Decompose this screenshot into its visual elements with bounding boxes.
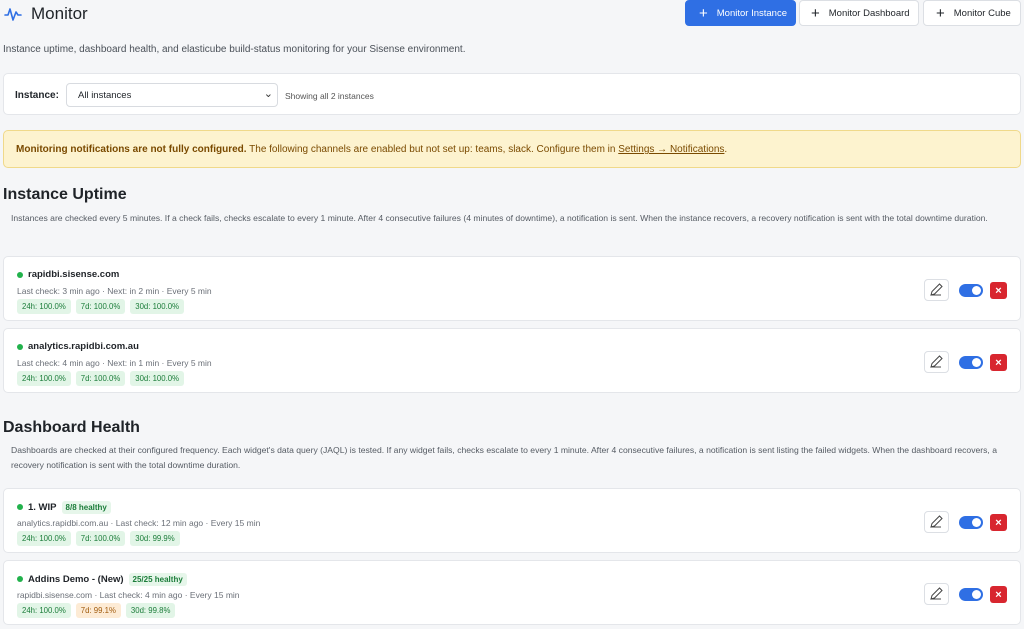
instance-uptime-heading: Instance Uptime	[3, 186, 127, 203]
monitor-dashboard-button[interactable]: + Monitor Dashboard	[799, 0, 919, 26]
pencil-icon	[930, 515, 943, 528]
status-dot-icon	[17, 504, 23, 510]
dashboard-name: 1. WIP	[28, 502, 57, 513]
enable-toggle[interactable]	[959, 356, 983, 369]
header: Monitor + Monitor Instance + Monitor Das…	[0, 0, 1024, 30]
delete-button[interactable]: ×	[990, 354, 1007, 371]
monitor-instance-button[interactable]: + Monitor Instance	[685, 0, 796, 26]
chevron-down-icon: ⌄	[263, 88, 273, 100]
dashboard-meta: rapidbi.sisense.com · Last check: 4 min …	[17, 590, 240, 600]
instance-meta: Last check: 3 min ago · Next: in 2 min ·…	[17, 286, 212, 296]
uptime-badge-30d: 30d: 100.0%	[130, 371, 185, 386]
banner-text: The following channels are enabled but n…	[246, 144, 619, 155]
delete-button[interactable]: ×	[990, 514, 1007, 531]
uptime-badge-24h: 24h: 100.0%	[17, 299, 71, 314]
plus-icon: +	[936, 4, 945, 22]
status-dot-icon	[17, 576, 23, 582]
uptime-badges: 24h: 100.0% 7d: 99.1% 30d: 99.8%	[17, 603, 176, 618]
select-value: All instances	[78, 90, 132, 101]
edit-button[interactable]	[924, 583, 949, 605]
edit-button[interactable]	[924, 351, 949, 373]
uptime-badges: 24h: 100.0% 7d: 100.0% 30d: 100.0%	[17, 371, 185, 386]
instance-filter-card: Instance: All instances ⌄ Showing all 2 …	[3, 73, 1021, 115]
instance-meta: Last check: 4 min ago · Next: in 1 min ·…	[17, 358, 212, 368]
uptime-badges: 24h: 100.0% 7d: 100.0% 30d: 100.0%	[17, 299, 185, 314]
uptime-badge-7d: 7d: 99.1%	[75, 603, 121, 618]
monitor-cube-button[interactable]: + Monitor Cube	[923, 0, 1021, 26]
uptime-badge-24h: 24h: 100.0%	[17, 603, 71, 618]
banner-heading: Monitoring notifications are not fully c…	[16, 144, 247, 155]
uptime-badge-30d: 30d: 99.9%	[130, 531, 180, 546]
pulse-icon	[4, 8, 22, 21]
uptime-badges: 24h: 100.0% 7d: 100.0% 30d: 99.9%	[17, 531, 180, 546]
dashboard-health-description: Dashboards are checked at their configur…	[11, 445, 997, 470]
close-icon: ×	[995, 588, 1002, 601]
settings-notifications-link[interactable]: Settings → Notifications	[618, 144, 724, 155]
uptime-badge-7d: 7d: 100.0%	[75, 299, 126, 314]
status-dot-icon	[17, 344, 23, 350]
filter-label: Instance:	[15, 90, 59, 101]
uptime-badge-30d: 30d: 100.0%	[130, 299, 185, 314]
uptime-badge-30d: 30d: 99.8%	[125, 603, 176, 618]
dashboard-card: 1. WIP 8/8 healthy analytics.rapidbi.com.…	[3, 488, 1021, 553]
banner-end: .	[724, 144, 728, 155]
uptime-badge-24h: 24h: 100.0%	[17, 371, 71, 386]
pencil-icon	[930, 355, 943, 368]
instance-name: rapidbi.sisense.com	[28, 269, 120, 280]
instance-card: analytics.rapidbi.com.au Last check: 4 m…	[3, 328, 1021, 393]
uptime-badge-7d: 7d: 100.0%	[75, 371, 126, 386]
button-label: Monitor Instance	[716, 7, 787, 19]
filter-count: Showing all 2 instances	[285, 91, 374, 101]
instance-name: analytics.rapidbi.com.au	[28, 341, 139, 352]
health-badge: 25/25 healthy	[128, 573, 187, 586]
plus-icon: +	[811, 4, 820, 22]
uptime-badge-7d: 7d: 100.0%	[75, 531, 126, 546]
instance-card: rapidbi.sisense.com Last check: 3 min ag…	[3, 256, 1021, 321]
status-dot-icon	[17, 272, 23, 278]
plus-icon: +	[699, 4, 708, 22]
enable-toggle[interactable]	[959, 284, 983, 297]
delete-button[interactable]: ×	[990, 282, 1007, 299]
edit-button[interactable]	[924, 511, 949, 533]
enable-toggle[interactable]	[959, 588, 983, 601]
dashboard-name: Addins Demo - (New)	[28, 574, 124, 585]
notification-warning-banner: Monitoring notifications are not fully c…	[3, 130, 1021, 168]
instance-select[interactable]: All instances ⌄	[66, 83, 278, 107]
close-icon: ×	[995, 356, 1002, 369]
button-label: Monitor Cube	[953, 7, 1011, 19]
delete-button[interactable]: ×	[990, 586, 1007, 603]
close-icon: ×	[995, 284, 1002, 297]
page-subtitle: Instance uptime, dashboard health, and e…	[3, 44, 466, 55]
dashboard-health-heading: Dashboard Health	[3, 419, 140, 436]
dashboard-meta: analytics.rapidbi.com.au · Last check: 1…	[17, 518, 261, 528]
pencil-icon	[930, 283, 943, 296]
page-title: Monitor	[31, 4, 88, 23]
enable-toggle[interactable]	[959, 516, 983, 529]
dashboard-card: Addins Demo - (New) 25/25 healthy rapidbi…	[3, 560, 1021, 625]
instance-uptime-description: Instances are checked every 5 minutes. I…	[11, 213, 988, 223]
edit-button[interactable]	[924, 279, 949, 301]
button-label: Monitor Dashboard	[828, 7, 910, 19]
health-badge: 8/8 healthy	[61, 501, 111, 514]
uptime-badge-24h: 24h: 100.0%	[17, 531, 71, 546]
close-icon: ×	[995, 516, 1002, 529]
pencil-icon	[930, 587, 943, 600]
